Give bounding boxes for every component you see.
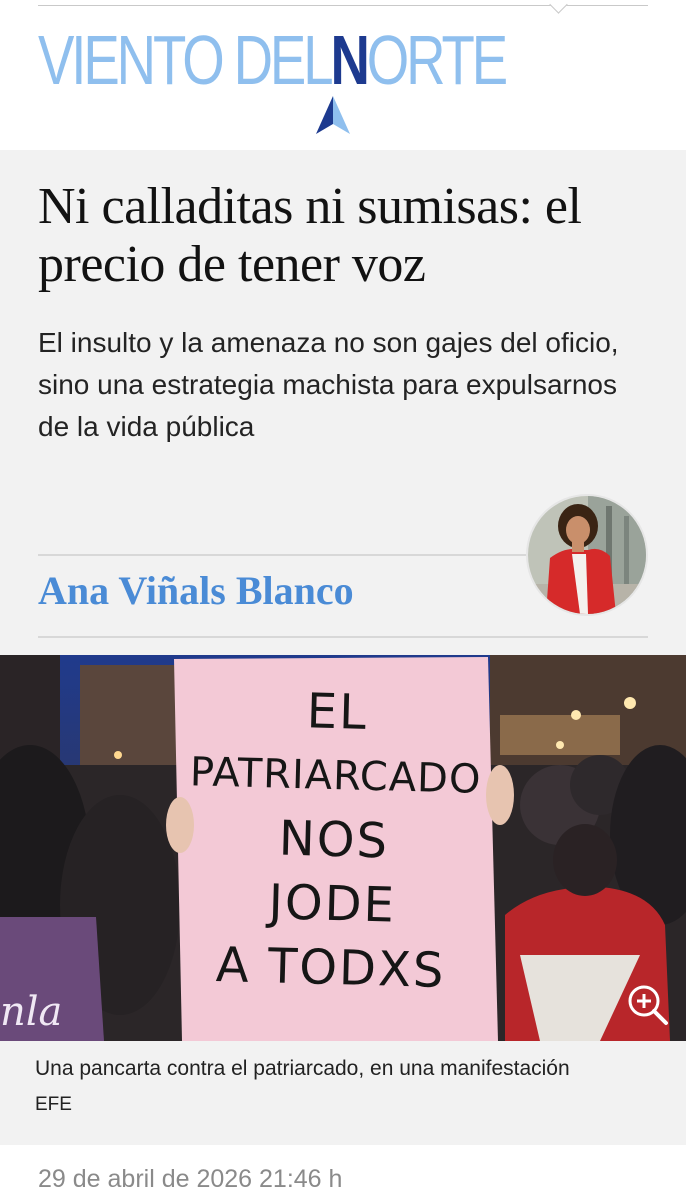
sign-line: A TODXS	[215, 936, 447, 999]
sign-line: PATRIARCADO	[189, 749, 483, 803]
site-logo[interactable]: VIENTO DEL N ORTE	[38, 14, 508, 134]
partial-sign-text: nla	[0, 989, 62, 1035]
author-avatar[interactable]	[526, 494, 648, 616]
sign-line: EL	[306, 683, 369, 741]
compass-arrow-icon	[316, 96, 350, 134]
site-header: VIENTO DEL N ORTE	[0, 0, 686, 150]
author-divider-bottom	[38, 636, 648, 638]
author-name[interactable]: Ana Viñals Blanco	[38, 562, 354, 620]
image-caption: Una pancarta contra el patriarcado, en u…	[35, 1057, 570, 1080]
sign-line: NOS	[278, 810, 390, 870]
protest-sign-text: EL PATRIARCADO NOS JODE A TODXS	[180, 676, 488, 1004]
logo-text-part2: ORTE	[366, 21, 508, 99]
article-subtitle: El insulto y la amenaza no son gajes del…	[38, 327, 619, 442]
zoom-in-icon[interactable]	[625, 982, 669, 1026]
logo-n-letter: N	[330, 21, 369, 99]
image-credit: EFE	[35, 1094, 72, 1115]
sign-line: JODE	[267, 874, 397, 934]
author-divider-top	[38, 554, 538, 556]
header-notch	[549, 0, 568, 14]
logo-text-part1: VIENTO DEL	[38, 21, 334, 99]
article-headline: Ni calladitas ni sumisas: el precio de t…	[38, 178, 582, 293]
publish-date: 29 de abril de 2026 21:46 h	[38, 1165, 343, 1193]
